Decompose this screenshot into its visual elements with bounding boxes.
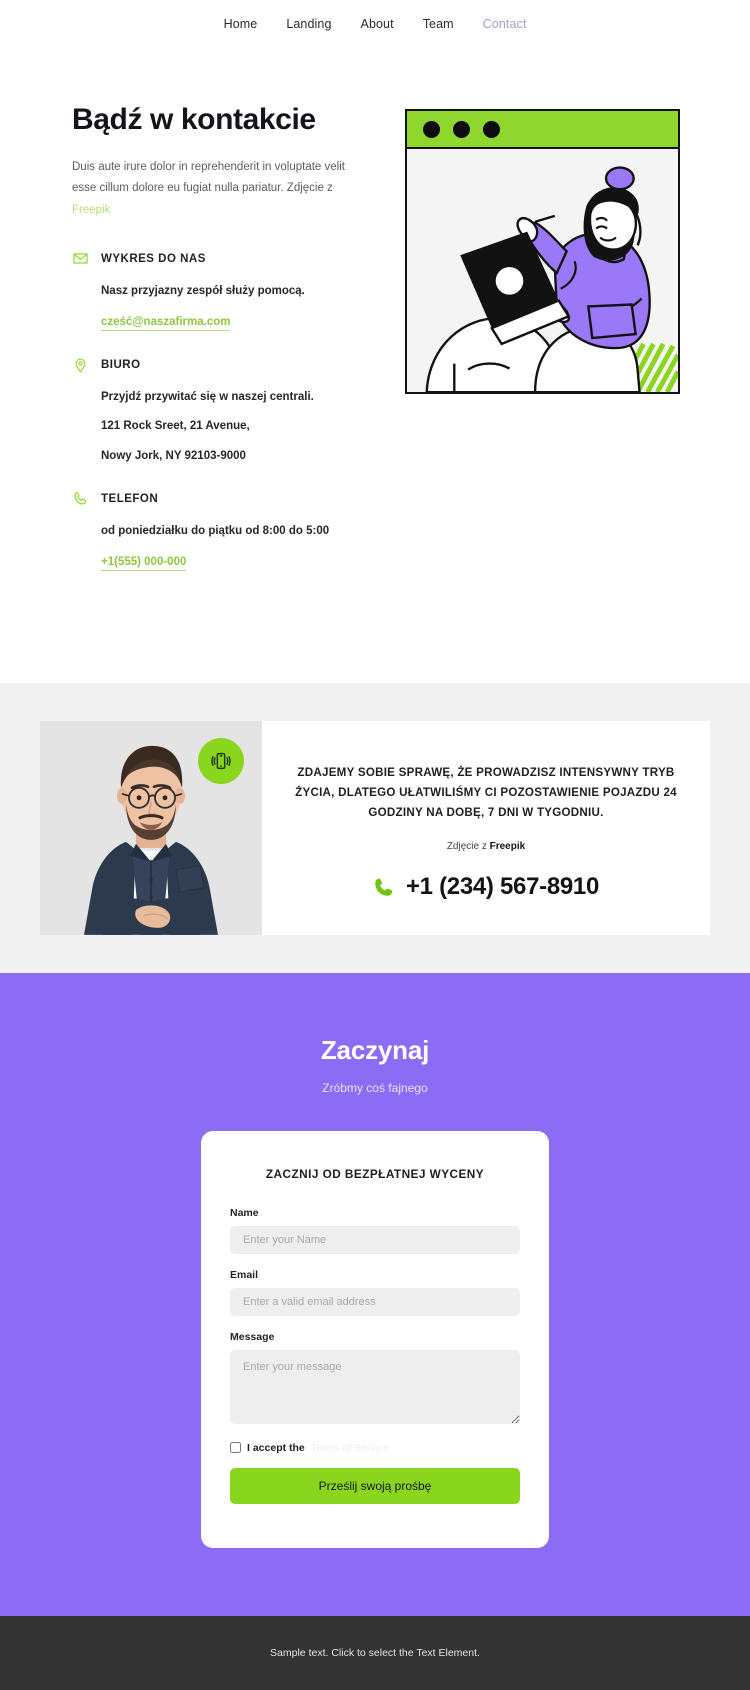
nav-link-home[interactable]: Home bbox=[224, 17, 258, 31]
nav-link-landing[interactable]: Landing bbox=[286, 17, 331, 31]
browser-dot-3 bbox=[483, 120, 500, 138]
message-textarea[interactable] bbox=[230, 1349, 520, 1424]
contact-block-office-body: Przyjdź przywitać się w naszej centrali.… bbox=[72, 389, 382, 465]
contact-block-email-title: WYKRES DO NAS bbox=[101, 252, 206, 265]
contact-form-card: ZACZNIJ OD BEZPŁATNEJ WYCENY Name Email … bbox=[201, 1130, 549, 1548]
contact-email-line: Nasz przyjazny zespół służy pomocą. bbox=[101, 284, 305, 297]
nav-link-contact[interactable]: Contact bbox=[483, 17, 527, 31]
person-with-laptop-illustration bbox=[407, 150, 678, 392]
hero-illustration bbox=[405, 109, 680, 394]
browser-dot-1 bbox=[423, 120, 440, 138]
form-section-subtitle: Zróbmy coś fajnego bbox=[322, 1080, 428, 1095]
cta-photo bbox=[40, 721, 262, 935]
cta-credit: Zdjęcie z Freepik bbox=[290, 841, 682, 852]
contact-block-email-header: WYKRES DO NAS bbox=[72, 251, 382, 267]
contact-block-office-title: BIURO bbox=[101, 359, 141, 372]
envelope-icon bbox=[72, 251, 88, 267]
phone-icon bbox=[375, 878, 393, 896]
name-input[interactable] bbox=[230, 1225, 520, 1254]
vibrating-mobile-icon bbox=[211, 752, 231, 770]
accept-terms-checkbox[interactable] bbox=[230, 1442, 241, 1454]
form-section-title: Zaczynaj bbox=[320, 1034, 430, 1065]
cta-content: ZDAJEMY SOBIE SPRAWĘ, ŻE PROWADZISZ INTE… bbox=[262, 721, 710, 935]
browser-window-frame bbox=[405, 109, 680, 394]
cta-headline: ZDAJEMY SOBIE SPRAWĘ, ŻE PROWADZISZ INTE… bbox=[295, 766, 677, 819]
phone-icon bbox=[72, 491, 88, 507]
contact-block-phone-title: TELEFON bbox=[101, 492, 159, 505]
page-footer: Sample text. Click to select the Text El… bbox=[0, 1615, 750, 1690]
contact-block-phone: TELEFON od poniedziałku do piątku od 8:0… bbox=[72, 491, 382, 572]
cta-phone[interactable]: +1 (234) 567-8910 bbox=[290, 873, 682, 901]
cta-phone-number: +1 (234) 567-8910 bbox=[405, 872, 600, 900]
submit-request-button[interactable]: Prześlij swoją prośbę bbox=[230, 1467, 520, 1504]
phone-hours-line: od poniedziałku do piątku od 8:00 do 5:0… bbox=[101, 524, 330, 537]
hero-content: Bądź w kontakcie Duis aute irure dolor i… bbox=[72, 103, 382, 597]
office-line-1: Przyjdź przywitać się w naszej centrali. bbox=[101, 391, 314, 404]
page-title: Bądź w kontakcie bbox=[72, 103, 316, 136]
terms-of-service-link[interactable]: Terms of Service bbox=[311, 1442, 389, 1454]
form-card-title: ZACZNIJ OD BEZPŁATNEJ WYCENY bbox=[265, 1166, 485, 1181]
contact-block-phone-body: od poniedziałku do piątku od 8:00 do 5:0… bbox=[72, 523, 382, 572]
illustration-canvas bbox=[407, 149, 678, 392]
accept-terms-label: I accept the bbox=[247, 1441, 305, 1454]
email-label: Email bbox=[230, 1268, 259, 1281]
freepik-link[interactable]: Freepik bbox=[72, 204, 110, 216]
hero-description: Duis aute irure dolor in reprehenderit i… bbox=[72, 157, 362, 221]
hero-section: Bądź w kontakcie Duis aute irure dolor i… bbox=[0, 47, 750, 684]
contact-block-email-body: Nasz przyjazny zespół służy pomocą. cześ… bbox=[72, 283, 382, 332]
cta-credit-prefix: Zdjęcie z bbox=[446, 840, 490, 852]
form-section: Zaczynaj Zróbmy coś fajnego ZACZNIJ OD B… bbox=[0, 972, 750, 1616]
cta-card: ZDAJEMY SOBIE SPRAWĘ, ŻE PROWADZISZ INTE… bbox=[40, 721, 710, 935]
contact-block-phone-header: TELEFON bbox=[72, 491, 382, 507]
name-label: Name bbox=[230, 1206, 259, 1219]
footer-text[interactable]: Sample text. Click to select the Text El… bbox=[270, 1647, 480, 1659]
map-pin-icon bbox=[72, 357, 88, 373]
contact-block-office-header: BIURO bbox=[72, 357, 382, 373]
browser-dot-2 bbox=[453, 120, 470, 138]
office-line-3: Nowy Jork, NY 92103-9000 bbox=[101, 449, 246, 462]
message-label: Message bbox=[230, 1330, 275, 1343]
main-navigation: Home Landing About Team Contact bbox=[0, 0, 750, 47]
email-input[interactable] bbox=[230, 1287, 520, 1316]
contact-block-office: BIURO Przyjdź przywitać się w naszej cen… bbox=[72, 357, 382, 465]
nav-link-team[interactable]: Team bbox=[423, 17, 454, 31]
phone-number-link[interactable]: +1(555) 000-000 bbox=[101, 556, 187, 572]
office-line-2: 121 Rock Sreet, 21 Avenue, bbox=[101, 420, 250, 433]
cta-credit-source: Freepik bbox=[489, 840, 526, 852]
contact-block-email: WYKRES DO NAS Nasz przyjazny zespół służ… bbox=[72, 251, 382, 332]
nav-link-about[interactable]: About bbox=[361, 17, 394, 31]
terms-row: I accept the Terms of Service bbox=[230, 1442, 520, 1454]
hero-description-text: Duis aute irure dolor in reprehenderit i… bbox=[72, 161, 345, 195]
vibrating-mobile-badge bbox=[198, 738, 244, 785]
email-address-link[interactable]: cześć@naszafirma.com bbox=[101, 316, 231, 332]
cta-section: ZDAJEMY SOBIE SPRAWĘ, ŻE PROWADZISZ INTE… bbox=[0, 683, 750, 973]
browser-title-bar bbox=[407, 111, 678, 149]
